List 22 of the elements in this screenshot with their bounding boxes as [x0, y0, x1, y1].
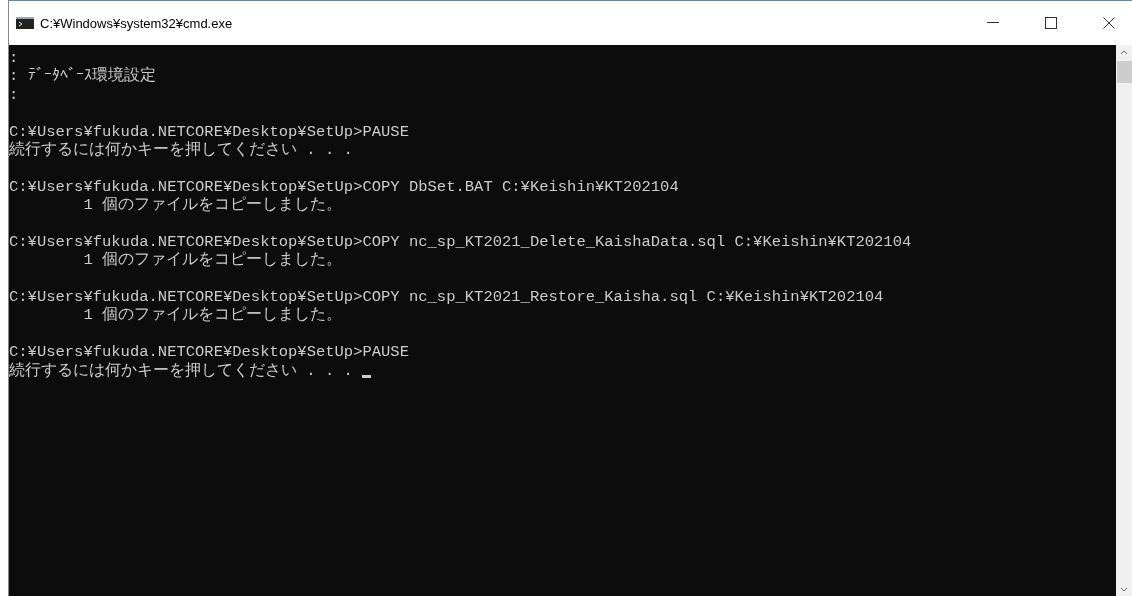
console-line: C:¥Users¥fukuda.NETCORE¥Desktop¥SetUp>PAUSE [9, 343, 409, 362]
scrollbar[interactable] [1116, 45, 1132, 596]
scroll-down-icon[interactable] [1120, 587, 1128, 593]
console-line: C:¥Users¥fukuda.NETCORE¥Desktop¥SetUp>COPY nc_sp_KT2021_Restore_Kaisha.sql C:¥Keishin¥KT202104 [9, 288, 884, 307]
console-line: 続行するには何かキーを押してください . . . [9, 361, 353, 381]
scroll-up-icon[interactable] [1120, 49, 1128, 55]
console-line: C:¥Users¥fukuda.NETCORE¥Desktop¥SetUp>PAUSE [9, 122, 409, 141]
close-icon[interactable] [1103, 17, 1115, 29]
console-line: 続行するには何かキーを押してください . . . [9, 140, 353, 160]
console-line: C:¥Users¥fukuda.NETCORE¥Desktop¥SetUp>COPY nc_sp_KT2021_Delete_KaishaData.sql C:¥Keishin¥KT202104 [9, 232, 912, 251]
window-title: C:¥Windows¥system32¥cmd.exe [40, 15, 233, 31]
console-line: : [9, 49, 19, 68]
console-line: : [9, 85, 19, 105]
console-line: 1 個のファイルをコピーしました。 [82, 251, 342, 270]
terminal-icon [16, 17, 34, 29]
scrollbar-thumb[interactable] [1116, 61, 1132, 83]
console-line: 1 個のファイルをコピーしました。 [82, 306, 342, 325]
console-line: 1 個のファイルをコピーしました。 [82, 196, 342, 215]
maximize-icon[interactable] [1045, 17, 1057, 29]
console-line: : ﾃﾞｰﾀﾍﾞｰｽ環境設定 [9, 67, 156, 86]
console-line: C:¥Users¥fukuda.NETCORE¥Desktop¥SetUp>COPY DbSet.BAT C:¥Keishin¥KT202104 [9, 177, 679, 196]
minimize-icon[interactable] [987, 22, 999, 24]
